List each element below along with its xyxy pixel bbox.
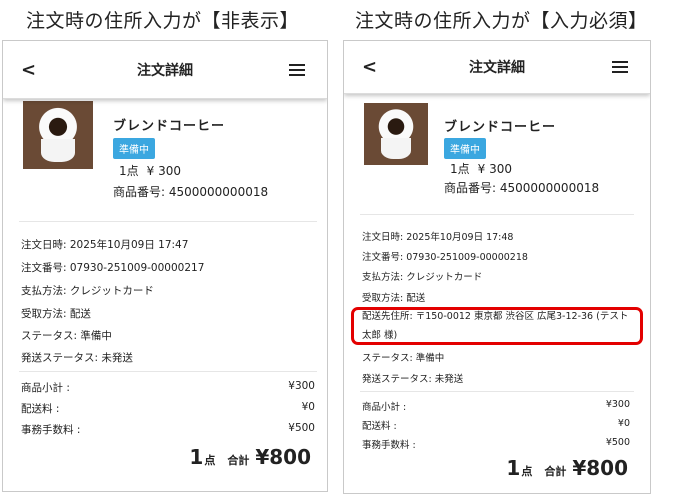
hamburger-menu-icon[interactable] — [289, 63, 305, 76]
shipping-fee-value: ¥0 — [617, 418, 630, 429]
total-label: 合計 — [227, 454, 250, 467]
order-number: 注文番号: 07930-251009-00000218 — [362, 252, 528, 263]
handling-fee-value: ¥500 — [288, 422, 315, 434]
subtotal-label: 商品小計 : — [362, 402, 407, 413]
receive-method: 受取方法: 配送 — [21, 308, 91, 320]
handling-fee-label: 事務手数料 : — [21, 424, 81, 436]
order-number: 注文番号: 07930-251009-00000217 — [21, 262, 205, 274]
order-detail-screen-hidden: < 注文詳細 ブレンドコーヒー 準備中 1点 ¥ 300 商品番号: 450000… — [2, 40, 328, 492]
status-badge: 準備中 — [444, 138, 486, 159]
product-sku: 商品番号: 4500000000018 — [444, 181, 600, 195]
subtotal-value: ¥300 — [288, 380, 315, 392]
quantity-price: 1点 ¥ 300 — [119, 162, 181, 179]
caption-hidden: 注文時の住所入力が【非表示】 — [26, 10, 300, 32]
receive-method: 受取方法: 配送 — [362, 293, 426, 304]
divider — [19, 221, 317, 222]
product-sku: 商品番号: 4500000000018 — [113, 185, 269, 199]
order-date: 注文日時: 2025年10月09日 17:48 — [362, 232, 514, 243]
quantity: 1点 — [450, 162, 470, 176]
order-detail-screen-required: < 注文詳細 ブレンドコーヒー 準備中 1点 ¥ 300 商品番号: 450000… — [343, 40, 651, 494]
payment-method: 支払方法: クレジットカード — [21, 285, 154, 297]
product-name: ブレンドコーヒー — [444, 120, 557, 135]
product-image — [364, 103, 428, 165]
status-badge: 準備中 — [113, 138, 155, 159]
divider — [19, 371, 317, 372]
shipping-address: 配送先住所: 〒150-0012 東京都 渋谷区 広尾3-12-36 (テスト … — [362, 311, 629, 341]
shipping-fee-value: ¥0 — [301, 401, 315, 413]
quantity-price: 1点 ¥ 300 — [450, 160, 512, 177]
shipping-fee-label: 配送料 : — [362, 421, 397, 432]
order-status: ステータス: 準備中 — [21, 330, 112, 342]
unit-price: ¥ 300 — [477, 162, 512, 176]
shipping-status: 発送ステータス: 未発送 — [21, 352, 133, 364]
payment-method: 支払方法: クレジットカード — [362, 272, 483, 283]
handling-fee-value: ¥500 — [605, 437, 630, 448]
shipping-status: 発送ステータス: 未発送 — [362, 374, 464, 385]
quantity: 1点 — [119, 164, 139, 178]
hamburger-menu-icon[interactable] — [612, 61, 628, 73]
caption-required: 注文時の住所入力が【入力必須】 — [355, 10, 648, 32]
divider — [360, 391, 634, 392]
product-name: ブレンドコーヒー — [113, 119, 226, 134]
app-header: < 注文詳細 — [3, 41, 327, 99]
divider — [360, 214, 634, 215]
order-status: ステータス: 準備中 — [362, 353, 445, 364]
subtotal-label: 商品小計 : — [21, 382, 70, 394]
product-image — [23, 101, 93, 169]
total-count-unit: 点 — [521, 465, 533, 478]
unit-price: ¥ 300 — [146, 164, 181, 178]
subtotal-value: ¥300 — [605, 399, 630, 410]
order-total: 1点 合計 ¥800 — [506, 456, 628, 480]
total-count-unit: 点 — [204, 454, 216, 467]
page-title: 注文詳細 — [469, 60, 525, 76]
order-total: 1点 合計 ¥800 — [189, 445, 311, 469]
total-amount: ¥800 — [572, 456, 628, 480]
total-amount: ¥800 — [255, 445, 311, 469]
total-count: 1 — [189, 445, 204, 469]
page-title: 注文詳細 — [137, 62, 193, 79]
total-label: 合計 — [544, 465, 567, 478]
shipping-fee-label: 配送料 : — [21, 403, 60, 415]
order-date: 注文日時: 2025年10月09日 17:47 — [21, 239, 189, 251]
handling-fee-label: 事務手数料 : — [362, 440, 416, 451]
app-header: < 注文詳細 — [344, 41, 650, 94]
total-count: 1 — [506, 456, 521, 480]
